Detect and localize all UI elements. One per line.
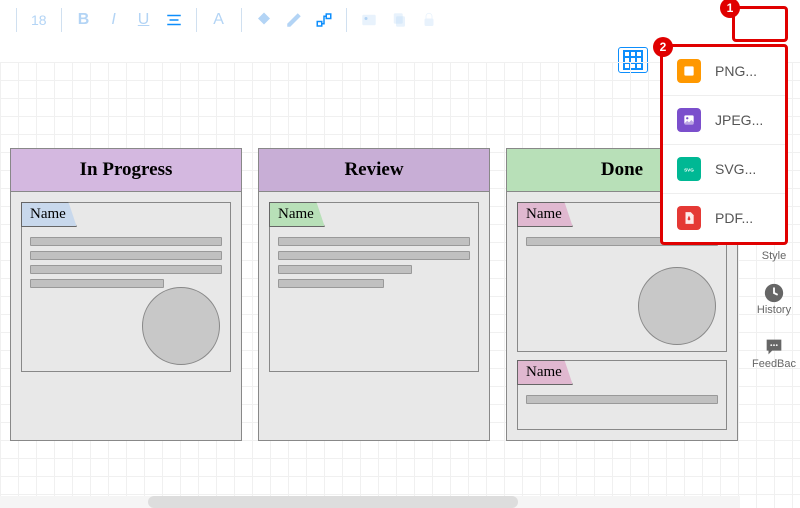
card-name-tab: Name <box>21 202 77 227</box>
sidebar-label: Style <box>762 250 786 262</box>
sidebar-item-style[interactable]: Style <box>762 250 786 262</box>
clock-icon <box>763 282 785 304</box>
column-in-progress[interactable]: In Progress Name <box>10 148 242 441</box>
divider <box>346 8 347 32</box>
jpeg-file-icon <box>677 108 701 132</box>
export-pdf-item[interactable]: PDF... <box>663 194 785 242</box>
card-name-tab: Name <box>517 202 573 227</box>
column-body: Name <box>259 192 489 382</box>
divider <box>16 8 17 32</box>
column-header: In Progress <box>11 149 241 192</box>
pdf-file-icon <box>677 206 701 230</box>
export-jpeg-item[interactable]: JPEG... <box>663 96 785 145</box>
bold-button[interactable]: B <box>70 6 98 34</box>
card-name-tab: Name <box>517 360 573 385</box>
export-png-item[interactable]: PNG... <box>663 47 785 96</box>
card-placeholder-lines <box>30 237 222 288</box>
card-avatar-placeholder <box>638 267 716 345</box>
card-placeholder-lines <box>278 237 470 288</box>
kanban-card[interactable]: Name <box>517 360 727 430</box>
annotation-highlight-1 <box>732 6 788 42</box>
sidebar-label: History <box>757 304 791 316</box>
underline-button[interactable]: U <box>130 6 158 34</box>
fill-color-button[interactable] <box>250 6 278 34</box>
lock-button[interactable] <box>415 6 443 34</box>
kanban-card[interactable]: Name <box>21 202 231 372</box>
sidebar-label: FeedBac <box>752 358 796 370</box>
export-item-label: JPEG... <box>715 112 763 128</box>
horizontal-scrollbar[interactable] <box>0 496 740 508</box>
italic-button[interactable]: I <box>100 6 128 34</box>
annotation-badge-2: 2 <box>653 37 673 57</box>
svg-text:SVG: SVG <box>684 167 694 172</box>
copy-button[interactable] <box>385 6 413 34</box>
align-button[interactable] <box>160 6 188 34</box>
text-color-button[interactable]: A <box>205 6 233 34</box>
column-header: Review <box>259 149 489 192</box>
sidebar-item-history[interactable]: History <box>757 282 791 316</box>
right-sidebar: Style History FeedBac <box>748 250 800 370</box>
card-placeholder-lines <box>526 395 718 404</box>
line-color-button[interactable] <box>280 6 308 34</box>
svg-file-icon: SVG <box>677 157 701 181</box>
image-button[interactable] <box>355 6 383 34</box>
export-svg-item[interactable]: SVG SVG... <box>663 145 785 194</box>
export-item-label: SVG... <box>715 161 756 177</box>
format-toolbar: 18 B I U A <box>0 0 800 40</box>
kanban-card[interactable]: Name <box>269 202 479 372</box>
export-item-label: PNG... <box>715 63 757 79</box>
column-body: Name <box>11 192 241 382</box>
column-review[interactable]: Review Name <box>258 148 490 441</box>
divider <box>241 8 242 32</box>
export-item-label: PDF... <box>715 210 753 226</box>
png-file-icon <box>677 59 701 83</box>
divider <box>196 8 197 32</box>
sidebar-item-feedback[interactable]: FeedBac <box>752 336 796 370</box>
card-name-tab: Name <box>269 202 325 227</box>
chat-icon <box>763 336 785 358</box>
connector-button[interactable] <box>310 6 338 34</box>
divider <box>61 8 62 32</box>
export-dropdown: 2 PNG... JPEG... SVG SVG... PDF... <box>660 44 788 245</box>
card-avatar-placeholder <box>142 287 220 365</box>
font-size-value[interactable]: 18 <box>25 12 53 28</box>
